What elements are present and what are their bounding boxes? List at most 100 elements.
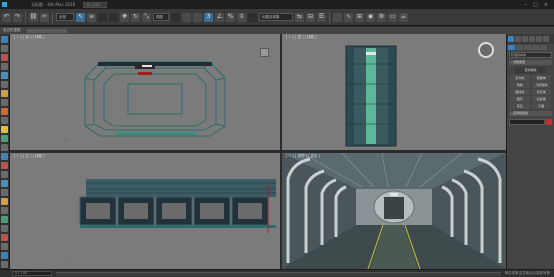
- select-by-name-button[interactable]: ≡: [87, 12, 96, 22]
- tube-button[interactable]: 管状体: [531, 89, 551, 95]
- torus-button[interactable]: 圆环: [510, 96, 530, 102]
- mirror-button[interactable]: ⇆: [295, 12, 304, 22]
- app-logo-icon[interactable]: [0, 0, 9, 9]
- viewport-left[interactable]: [ + ] [ 左 ] [ 线框 ]: [10, 153, 280, 269]
- tool-icon[interactable]: [1, 45, 8, 52]
- viewcube-icon[interactable]: [478, 42, 494, 58]
- tool-icon[interactable]: [1, 171, 8, 178]
- reference-coordinate-dropdown[interactable]: 视图: [153, 13, 169, 21]
- box-button[interactable]: 长方体: [510, 75, 530, 81]
- shapes-icon[interactable]: [516, 45, 523, 50]
- rollout-name-color[interactable]: - 名称和颜色: [509, 111, 552, 116]
- viewcube-icon[interactable]: [260, 48, 269, 57]
- tool-icon[interactable]: [1, 117, 8, 124]
- tool-icon[interactable]: [1, 225, 8, 232]
- tool-icon[interactable]: [1, 189, 8, 196]
- material-editor-button[interactable]: ◉: [366, 12, 375, 22]
- scale-button[interactable]: ⤡: [142, 12, 151, 22]
- tool-icon[interactable]: [1, 162, 8, 169]
- selection-filter-dropdown[interactable]: 全部: [56, 13, 74, 21]
- cameras-icon[interactable]: [532, 45, 539, 50]
- tool-icon[interactable]: [1, 99, 8, 106]
- angle-snap-button[interactable]: ∠: [215, 12, 224, 22]
- viewport-front[interactable]: [ + ] [ 前 ] [ 线框 ]: [10, 34, 280, 150]
- viewport-top[interactable]: [ + ] [ 顶 ] [ 线框 ]: [282, 34, 506, 150]
- close-button[interactable]: ×: [544, 2, 548, 8]
- cone-button[interactable]: 圆锥体: [531, 75, 551, 81]
- autogrid-checkbox[interactable]: 自动栅格: [515, 67, 546, 73]
- viewport-divider[interactable]: [10, 150, 506, 153]
- viewport-label[interactable]: [ + ] [ 顶 ] [ 线框 ]: [286, 35, 317, 40]
- tool-icon[interactable]: [1, 54, 8, 61]
- rollout-object-type[interactable]: - 对象类型: [509, 60, 552, 65]
- tool-icon[interactable]: [1, 252, 8, 259]
- tool-icon[interactable]: [1, 144, 8, 151]
- helpers-icon[interactable]: [540, 45, 547, 50]
- tool-icon[interactable]: [1, 243, 8, 250]
- timeline-track[interactable]: [56, 271, 501, 276]
- viewport-label[interactable]: [ + ] [ 左 ] [ 线框 ]: [14, 154, 45, 159]
- edit-named-selection-button[interactable]: [248, 12, 257, 22]
- time-slider[interactable]: 0 / 100: [12, 271, 52, 276]
- viewport-label[interactable]: [ + ] [ 透视 ] [ 真实 ]: [286, 154, 320, 159]
- tool-icon[interactable]: [1, 108, 8, 115]
- tool-icon[interactable]: [1, 126, 8, 133]
- percent-snap-button[interactable]: %: [226, 12, 235, 22]
- keyboard-shortcut-button[interactable]: [193, 12, 202, 22]
- window-crossing-button[interactable]: [109, 12, 118, 22]
- object-type-dropdown[interactable]: 标准基本体: [509, 52, 552, 58]
- teapot-button[interactable]: 茶壶: [510, 103, 530, 109]
- cylinder-button[interactable]: 圆柱体: [510, 89, 530, 95]
- motion-tab-icon[interactable]: [529, 36, 535, 42]
- spinner-snap-button[interactable]: ⇕: [237, 12, 246, 22]
- create-tab-icon[interactable]: [508, 36, 514, 42]
- minimize-button[interactable]: –: [525, 2, 528, 8]
- select-object-button[interactable]: ↖: [76, 12, 85, 22]
- graphite-toggle-button[interactable]: [333, 12, 342, 22]
- search-input[interactable]: 键入关键字: [83, 1, 108, 8]
- tool-icon[interactable]: [1, 90, 8, 97]
- tool-icon[interactable]: [1, 81, 8, 88]
- align-button[interactable]: ⊟: [306, 12, 315, 22]
- render-production-button[interactable]: ☕: [399, 12, 408, 22]
- create-icon[interactable]: [1, 36, 8, 43]
- tool-icon[interactable]: [1, 198, 8, 205]
- tool-icon[interactable]: [1, 216, 8, 223]
- unlink-button[interactable]: ✂: [40, 12, 49, 22]
- render-setup-button[interactable]: ⚙: [377, 12, 386, 22]
- move-button[interactable]: ✥: [120, 12, 129, 22]
- pyramid-button[interactable]: 四棱锥: [531, 96, 551, 102]
- geometry-icon[interactable]: [508, 45, 515, 50]
- sphere-button[interactable]: 球体: [510, 82, 530, 88]
- select-manipulate-button[interactable]: [182, 12, 191, 22]
- undo-button[interactable]: ↶: [2, 12, 11, 22]
- display-tab-icon[interactable]: [536, 36, 542, 42]
- plane-button[interactable]: 平面: [531, 103, 551, 109]
- tool-icon[interactable]: [1, 234, 8, 241]
- redo-button[interactable]: ↷: [13, 12, 22, 22]
- link-button[interactable]: ⛓: [29, 12, 38, 22]
- tool-icon[interactable]: [1, 207, 8, 214]
- named-selection-dropdown[interactable]: 创建选择集: [259, 13, 293, 21]
- selection-region-button[interactable]: [98, 12, 107, 22]
- viewport-label[interactable]: [ + ] [ 前 ] [ 线框 ]: [14, 35, 45, 40]
- tool-icon[interactable]: [1, 180, 8, 187]
- rendered-frame-window-button[interactable]: ▭: [388, 12, 397, 22]
- layer-manager-button[interactable]: ☰: [317, 12, 326, 22]
- object-name-field[interactable]: [509, 119, 545, 125]
- geosphere-button[interactable]: 几何球体: [531, 82, 551, 88]
- tool-icon[interactable]: [1, 153, 8, 160]
- tool-icon[interactable]: [1, 261, 8, 268]
- pivot-center-button[interactable]: [171, 12, 180, 22]
- tool-icon[interactable]: [1, 63, 8, 70]
- utilities-tab-icon[interactable]: [543, 36, 549, 42]
- hierarchy-tab-icon[interactable]: [522, 36, 528, 42]
- tool-icon[interactable]: [1, 135, 8, 142]
- lights-icon[interactable]: [524, 45, 531, 50]
- tool-icon[interactable]: [1, 72, 8, 79]
- viewport-perspective[interactable]: [ + ] [ 透视 ] [ 真实 ]: [281, 152, 507, 270]
- ribbon-grip[interactable]: [26, 28, 67, 33]
- maximize-button[interactable]: □: [533, 2, 538, 8]
- modify-tab-icon[interactable]: [515, 36, 521, 42]
- object-color-swatch[interactable]: [546, 119, 552, 125]
